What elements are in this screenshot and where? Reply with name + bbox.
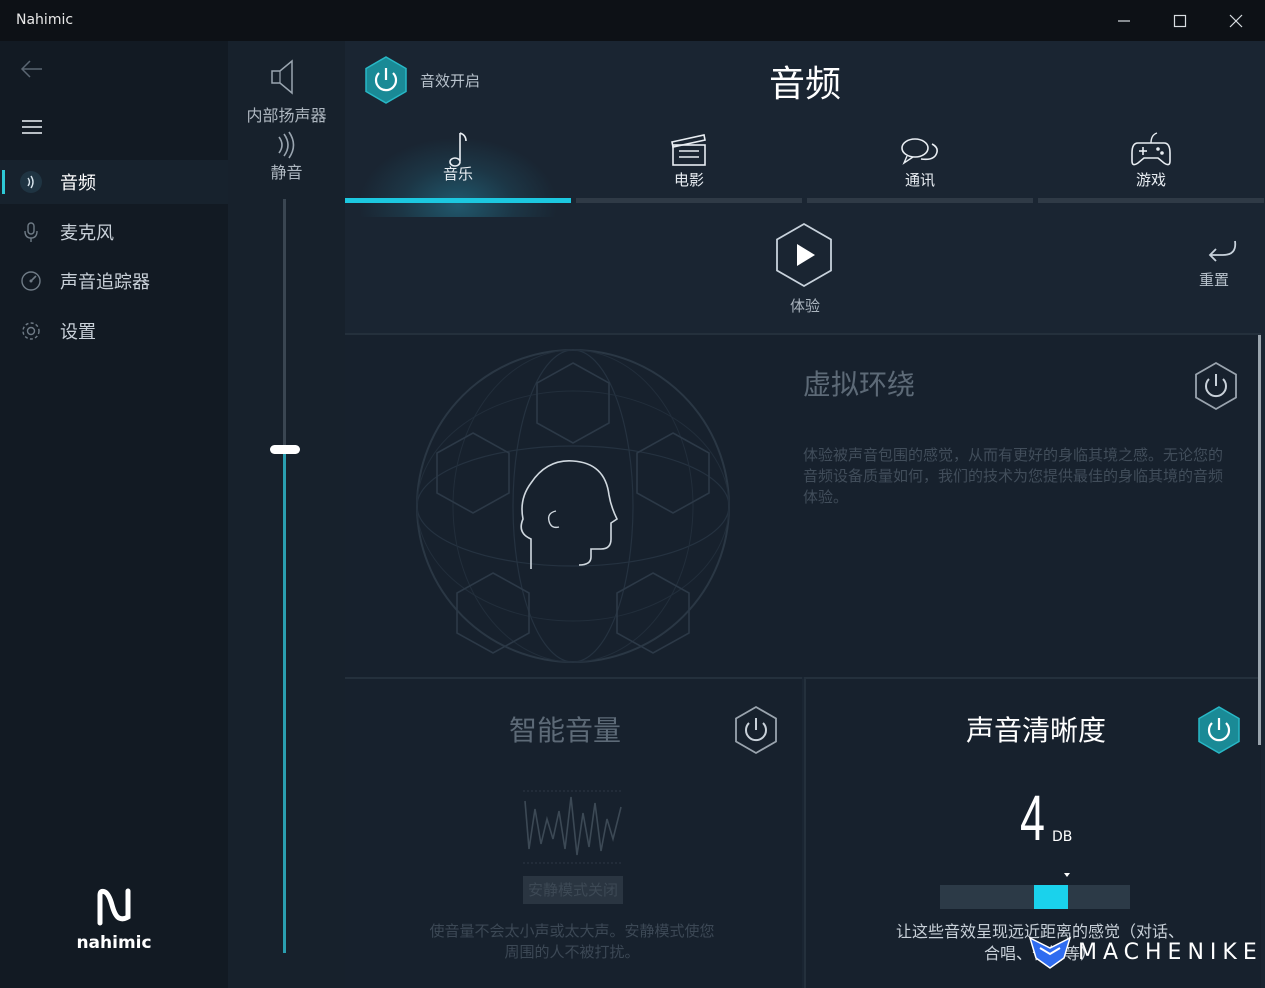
maximize-button[interactable] <box>1152 0 1208 41</box>
surround-sphere-illustration <box>416 349 730 663</box>
maximize-icon <box>1173 14 1187 27</box>
sidebar-item-label: 声音追踪器 <box>60 272 150 293</box>
voice-clarity-slider-thumb[interactable] <box>1034 885 1068 909</box>
clapperboard-icon <box>576 119 802 169</box>
hamburger-icon <box>22 120 42 134</box>
tab-label: 电影 <box>673 171 704 189</box>
sidebar-item-label: 麦克风 <box>60 223 114 244</box>
audio-wave-icon <box>20 171 42 193</box>
toolbar: 体验 重置 <box>345 203 1265 333</box>
play-demo-button[interactable] <box>773 221 835 293</box>
tab-label: 通讯 <box>904 171 935 189</box>
machenike-logo-icon <box>1028 936 1072 969</box>
watermark-text: MACHENIKE <box>1078 939 1263 965</box>
nahimic-logo-icon <box>97 888 131 926</box>
volume-slider-fill <box>283 449 286 953</box>
waveform-icon <box>523 790 623 864</box>
tab-communication[interactable]: 通讯 <box>807 119 1033 203</box>
power-icon <box>1195 361 1237 411</box>
virtual-surround-panel: 虚拟环绕 体验被声音包围的感觉，从而有更好的身临其境之感。无论您的音频设备质量如… <box>345 333 1261 677</box>
smart-volume-description: 使音量不会太小声或太大声。安静模式使您周围的人不被打扰。 <box>429 922 715 961</box>
close-icon <box>1229 14 1243 27</box>
app-title: Nahimic <box>16 12 74 28</box>
reset-button[interactable]: 重置 <box>1199 269 1229 290</box>
sidebar-item-label: 设置 <box>60 322 96 343</box>
machenike-watermark: MACHENIKE <box>1028 934 1263 970</box>
mute-button[interactable]: 静音 <box>228 159 345 183</box>
sidebar-item-audio[interactable]: 音频 <box>0 160 228 204</box>
tab-music[interactable]: 音乐 <box>345 119 571 217</box>
quiet-mode-toggle[interactable]: 安静模式关闭 <box>523 876 623 904</box>
play-icon <box>776 222 832 288</box>
power-icon <box>1198 706 1240 754</box>
power-icon <box>735 705 777 755</box>
nahimic-logo: nahimic <box>74 887 154 953</box>
output-device-label: 内部扬声器 <box>246 106 327 125</box>
tab-movie[interactable]: 电影 <box>576 119 802 203</box>
virtual-surround-description: 体验被声音包围的感觉，从而有更好的身临其境之感。无论您的音频设备质量如何，我们的… <box>803 446 1224 506</box>
minimize-button[interactable] <box>1096 0 1152 41</box>
microphone-icon <box>20 221 42 243</box>
volume-slider-thumb[interactable] <box>270 445 300 454</box>
gear-icon <box>20 320 42 342</box>
sidebar: 音频 麦克风 声音追踪器 设置 nahimic <box>0 41 228 988</box>
voice-clarity-slider[interactable] <box>940 885 1130 909</box>
play-demo-label: 体验 <box>789 297 820 315</box>
speaker-icon[interactable] <box>268 57 302 101</box>
voice-clarity-unit: DB <box>1052 829 1073 845</box>
gamepad-icon <box>1038 119 1264 169</box>
virtual-surround-power-button[interactable] <box>1193 361 1239 415</box>
volume-panel: 内部扬声器 静音 <box>228 41 345 988</box>
tab-label: 游戏 <box>1135 171 1166 189</box>
smart-volume-power-button[interactable] <box>733 705 779 759</box>
tab-gaming[interactable]: 游戏 <box>1038 119 1264 203</box>
voice-clarity-power-button[interactable] <box>1196 705 1242 759</box>
sidebar-item-settings[interactable]: 设置 <box>0 309 228 353</box>
logo-text: nahimic <box>76 933 152 953</box>
title-bar: Nahimic <box>0 0 1265 41</box>
slider-marker <box>1064 873 1070 877</box>
music-note-icon <box>345 119 571 169</box>
back-button[interactable] <box>18 57 46 81</box>
voice-clarity-value: 4 <box>1020 782 1045 854</box>
virtual-surround-title: 虚拟环绕 <box>803 368 916 401</box>
hamburger-menu-button[interactable] <box>20 117 44 137</box>
minimize-icon <box>1118 19 1130 22</box>
smart-volume-title: 智能音量 <box>508 714 621 747</box>
reset-icon[interactable] <box>1205 237 1239 267</box>
back-arrow-icon <box>20 60 42 78</box>
main-content: 音效开启 音频 音乐 电影 通讯 游戏 体验 重置 虚拟环绕 体验被声音包围的感… <box>345 41 1265 988</box>
sound-tracker-icon <box>20 270 42 292</box>
scrollbar[interactable] <box>1258 335 1261 745</box>
tab-label: 音乐 <box>442 165 473 183</box>
smart-volume-panel: 智能音量 安静模式关闭 使音量不会太小声或太大声。安静模式使您周围的人不被打扰。 <box>345 677 802 988</box>
sidebar-item-label: 音频 <box>60 173 96 194</box>
sidebar-item-microphone[interactable]: 麦克风 <box>0 210 228 254</box>
page-title: 音频 <box>768 64 841 105</box>
close-button[interactable] <box>1208 0 1264 41</box>
chat-bubbles-icon <box>807 119 1033 169</box>
profile-tabs: 音乐 电影 通讯 游戏 <box>345 119 1265 217</box>
sidebar-item-sound-tracker[interactable]: 声音追踪器 <box>0 259 228 303</box>
